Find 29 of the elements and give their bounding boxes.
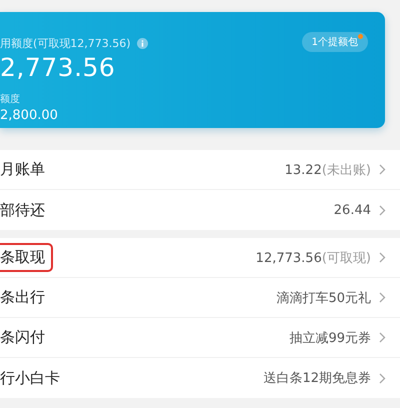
row-value: 抽立减99元券 — [289, 330, 371, 346]
menu-row[interactable]: 部待还 26.44 — [0, 190, 400, 230]
menu-row[interactable]: 条闪付 抽立减99元券 — [0, 318, 400, 358]
row-value: 26.44 — [334, 202, 371, 218]
total-amount: 2,800.00 — [0, 108, 59, 123]
chevron-icon — [379, 292, 386, 303]
chevron-icon — [379, 204, 386, 216]
chevron-icon — [379, 372, 386, 384]
row-value: 12,773.56(可取现) — [256, 250, 371, 266]
row-value: 13.22(未出账) — [284, 162, 371, 178]
menu-row[interactable]: 条取现 12,773.56(可取现) — [0, 238, 400, 278]
chevron-icon — [379, 164, 386, 175]
row-label: 月账单 — [0, 159, 46, 180]
row-label: 条出行 — [0, 287, 46, 308]
available-amount: 2,773.56 — [0, 53, 116, 82]
row-value: 送白条12期免息券 — [263, 370, 371, 387]
available-limit-label: 用额度(可取现12,773.56) — [0, 36, 131, 51]
menu-row[interactable]: 月账单 13.22(未出账) — [0, 150, 400, 190]
chevron-icon — [379, 252, 386, 263]
row-label: 条闪付 — [0, 327, 46, 348]
total-limit-label: 额度 — [0, 92, 21, 106]
row-value: 滴滴打车50元礼 — [276, 290, 371, 306]
info-icon[interactable] — [136, 38, 148, 49]
row-label: 行小白卡 — [0, 368, 61, 388]
menu-row[interactable]: 行小白卡 送白条12期免息券 — [0, 358, 400, 398]
chevron-icon — [379, 332, 386, 343]
menu-row[interactable]: 条出行 滴滴打车50元礼 — [0, 278, 400, 318]
row-label: 条取现 — [0, 243, 53, 272]
row-label: 部待还 — [0, 200, 46, 220]
